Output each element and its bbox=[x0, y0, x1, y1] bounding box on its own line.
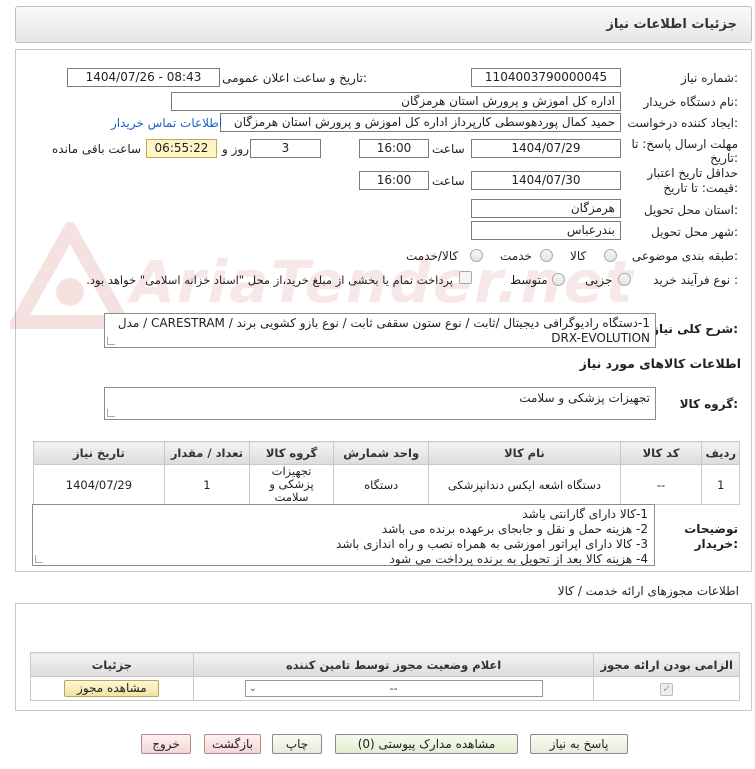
category-service-radio[interactable] bbox=[540, 249, 553, 262]
resize-grip-icon[interactable] bbox=[107, 337, 115, 345]
price-validity-label: حداقل تاریخ اعتبار bbox=[647, 166, 738, 180]
chevron-down-icon: ⌄ bbox=[248, 683, 257, 694]
description-text: 1-دستگاه رادیوگرافی دیجیتال /ثابت / نوع … bbox=[117, 316, 650, 345]
purchase-minor-label: جزیی bbox=[585, 273, 613, 287]
resize-grip-icon[interactable] bbox=[107, 409, 115, 417]
items-table: ردیف کد کالا نام کالا واحد شمارش گروه کا… bbox=[33, 441, 740, 505]
resize-grip-icon[interactable] bbox=[35, 555, 43, 563]
reply-button[interactable]: پاسخ به نیاز bbox=[530, 734, 628, 754]
buyer-org-field: اداره کل اموزش و پرورش استان هرمزگان bbox=[171, 92, 621, 111]
requester-field: حمید کمال پوردهوسطی کارپرداز اداره کل ام… bbox=[220, 113, 621, 132]
need-number-field: 1104003790000045 bbox=[471, 68, 621, 87]
requester-label: ایجاد کننده درخواست: bbox=[627, 116, 738, 130]
province-field: هرمزگان bbox=[471, 199, 621, 218]
purchase-medium-label: متوسط bbox=[510, 273, 548, 287]
back-button[interactable]: بازگشت bbox=[204, 734, 261, 754]
cell-unit: دستگاه bbox=[333, 464, 430, 505]
announce-datetime-label: تاریخ و ساعت اعلان عمومی: bbox=[222, 71, 367, 85]
buyer-note-line: 1-کالا دارای گارانتی باشد bbox=[522, 507, 648, 521]
permit-required-checkbox[interactable]: ✓ bbox=[660, 682, 674, 696]
goods-section-title: اطلاعات کالاهای مورد نیاز bbox=[579, 356, 741, 371]
reply-deadline-date: 1404/07/29 bbox=[471, 139, 621, 158]
cell-permit-status: -- ⌄ bbox=[192, 676, 595, 701]
province-label: استان محل تحویل: bbox=[643, 203, 738, 217]
remaining-time: 06:55:22 bbox=[146, 139, 217, 158]
permits-title: اطلاعات مجوزهای ارائه خدمت / کالا bbox=[557, 584, 739, 598]
buyer-contact-link[interactable]: اطلاعات تماس خریدار bbox=[111, 116, 222, 130]
col-quantity: تعداد / مقدار bbox=[163, 441, 250, 465]
cell-permit-details: مشاهده مجوز bbox=[30, 676, 194, 701]
city-label: شهر محل تحویل: bbox=[651, 225, 738, 239]
permit-status-value: -- bbox=[389, 682, 398, 695]
purchase-medium-radio[interactable] bbox=[552, 273, 565, 286]
goods-group-box: تجهیزات پزشکی و سلامت bbox=[104, 387, 656, 420]
view-attachments-button[interactable]: مشاهده مدارک پیوستی (0) bbox=[335, 734, 518, 754]
cell-row-number: 1 bbox=[701, 464, 740, 505]
purchase-minor-radio[interactable] bbox=[618, 273, 631, 286]
cell-need-date: 1404/07/29 bbox=[33, 464, 165, 505]
description-label: شرح کلی نیاز: bbox=[652, 322, 738, 336]
price-validity-date: 1404/07/30 bbox=[471, 171, 621, 190]
exit-button[interactable]: خروج bbox=[141, 734, 191, 754]
need-number-label: شماره نیاز: bbox=[680, 71, 738, 85]
col-permit-status: اعلام وضعیت مجوز توسط تامین کننده bbox=[192, 652, 595, 677]
price-time-label: ساعت bbox=[432, 174, 465, 188]
buyer-notes-label: توضیحات bbox=[684, 522, 738, 536]
category-label: طبقه بندی موضوعی: bbox=[631, 249, 738, 263]
page-title: جزئیات اطلاعات نیاز bbox=[606, 17, 737, 32]
table-row: ✓ -- ⌄ مشاهده مجوز bbox=[30, 676, 740, 701]
goods-group-text: تجهیزات پزشکی و سلامت bbox=[519, 391, 650, 405]
reply-deadline-label-2: تاریخ: bbox=[710, 151, 738, 165]
treasury-payment-note: پرداخت تمام یا بخشی از مبلغ خرید،از محل … bbox=[86, 273, 453, 287]
price-validity-label-2: قیمت: تا تاریخ: bbox=[663, 181, 738, 195]
col-unit: واحد شمارش bbox=[333, 441, 430, 465]
reply-deadline-time: 16:00 bbox=[359, 139, 429, 158]
buyer-notes-label-2: خریدار: bbox=[694, 537, 738, 551]
col-item-code: کد کالا bbox=[619, 441, 703, 465]
page-header: جزئیات اطلاعات نیاز bbox=[15, 6, 752, 43]
items-table-header-row: ردیف کد کالا نام کالا واحد شمارش گروه کا… bbox=[33, 441, 740, 465]
reply-time-label: ساعت bbox=[432, 142, 465, 156]
col-item-name: نام کالا bbox=[428, 441, 621, 465]
category-goods-service-radio[interactable] bbox=[470, 249, 483, 262]
remaining-label: ساعت باقی مانده bbox=[52, 142, 142, 156]
days-label: روز و bbox=[222, 142, 249, 156]
description-box: 1-دستگاه رادیوگرافی دیجیتال /ثابت / نوع … bbox=[104, 313, 656, 348]
cell-group: تجهیزات پزشکی و سلامت bbox=[248, 464, 335, 505]
buyer-note-line: 4- هزینه کالا بعد از تحویل به برنده پردا… bbox=[389, 552, 648, 566]
buyer-note-line: 3- کالا دارای اپراتور اموزشی به همراه نص… bbox=[336, 537, 648, 551]
cell-item-code: -- bbox=[619, 464, 703, 505]
price-validity-time: 16:00 bbox=[359, 171, 429, 190]
col-permit-required: الزامی بودن ارائه مجوز bbox=[593, 652, 740, 677]
col-permit-details: جزئیات bbox=[30, 652, 194, 677]
buyer-notes-box: 1-کالا دارای گارانتی باشد 2- هزینه حمل و… bbox=[32, 504, 655, 566]
category-goods-label: کالا bbox=[570, 249, 587, 263]
category-service-label: خدمت bbox=[500, 249, 532, 263]
category-goods-radio[interactable] bbox=[604, 249, 617, 262]
category-goods-service-label: کالا/خدمت bbox=[406, 249, 459, 263]
col-group: گروه کالا bbox=[248, 441, 335, 465]
treasury-payment-checkbox[interactable] bbox=[459, 271, 472, 284]
col-row-number: ردیف bbox=[701, 441, 740, 465]
cell-quantity: 1 bbox=[163, 464, 250, 505]
buyer-note-line: 2- هزینه حمل و نقل و جابجای برعهده برنده… bbox=[381, 522, 648, 536]
view-permit-button[interactable]: مشاهده مجوز bbox=[64, 680, 160, 697]
permits-header-row: الزامی بودن ارائه مجوز اعلام وضعیت مجوز … bbox=[30, 652, 740, 677]
reply-deadline-label: مهلت ارسال پاسخ: تا bbox=[631, 137, 738, 151]
permit-status-select[interactable]: -- ⌄ bbox=[244, 680, 543, 697]
city-field: بندرعباس bbox=[471, 221, 621, 240]
permits-table: الزامی بودن ارائه مجوز اعلام وضعیت مجوز … bbox=[30, 652, 740, 701]
purchase-type-label: نوع فرآیند خرید : bbox=[653, 273, 738, 287]
col-need-date: تاریخ نیاز bbox=[33, 441, 165, 465]
goods-group-label: گروه کالا: bbox=[679, 397, 738, 411]
remaining-days: 3 bbox=[250, 139, 321, 158]
cell-permit-required: ✓ bbox=[593, 676, 740, 701]
print-button[interactable]: چاپ bbox=[272, 734, 322, 754]
cell-item-name: دستگاه اشعه ایکس دندانپزشکی bbox=[428, 464, 621, 505]
announce-datetime-field: 1404/07/26 - 08:43 bbox=[67, 68, 220, 87]
table-row: 1 -- دستگاه اشعه ایکس دندانپزشکی دستگاه … bbox=[33, 464, 740, 505]
buyer-org-label: نام دستگاه خریدار: bbox=[643, 95, 739, 109]
